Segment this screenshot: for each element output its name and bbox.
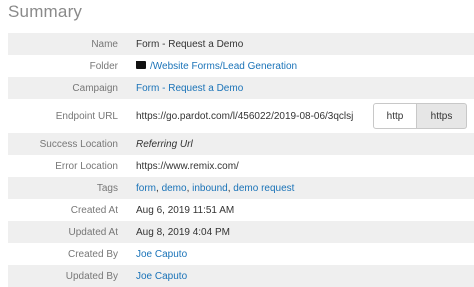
- folder-label: Folder: [89, 60, 118, 72]
- endpoint-url-label: Endpoint URL: [55, 110, 118, 122]
- summary-table: Name Form - Request a Demo Folder /Websi…: [8, 33, 474, 287]
- error-location-label: Error Location: [55, 160, 118, 172]
- endpoint-url-value: https://go.pardot.com/l/456022/2019-08-0…: [136, 110, 354, 122]
- row-campaign: Campaign Form - Request a Demo: [8, 77, 474, 99]
- tag-link[interactable]: demo request: [233, 183, 294, 194]
- error-location-value: https://www.remix.com/: [136, 160, 239, 172]
- created-at-value: Aug 6, 2019 11:51 AM: [136, 204, 235, 216]
- created-by-label: Created By: [67, 248, 118, 260]
- http-button[interactable]: http: [373, 103, 417, 129]
- created-at-label: Created At: [70, 204, 118, 216]
- updated-at-value: Aug 8, 2019 4:04 PM: [136, 226, 230, 238]
- row-updated-by: Updated By Joe Caputo: [8, 265, 474, 287]
- updated-by-label: Updated By: [65, 270, 118, 282]
- tag-link[interactable]: demo: [162, 183, 187, 194]
- summary-panel: Summary Name Form - Request a Demo Folde…: [0, 0, 474, 287]
- row-folder: Folder /Website Forms/Lead Generation: [8, 55, 474, 77]
- folder-link[interactable]: /Website Forms/Lead Generation: [150, 61, 297, 72]
- folder-value: /Website Forms/Lead Generation: [126, 60, 474, 72]
- protocol-toggle: http https: [373, 103, 467, 129]
- campaign-value: Form - Request a Demo: [126, 83, 474, 94]
- success-location-label: Success Location: [39, 138, 118, 150]
- section-title: Summary: [8, 2, 83, 21]
- updated-by-value: Joe Caputo: [126, 271, 474, 282]
- https-button[interactable]: https: [417, 103, 467, 129]
- tag-link[interactable]: inbound: [192, 183, 228, 194]
- success-location-value: Referring Url: [136, 138, 193, 150]
- row-error-location: Error Location https://www.remix.com/: [8, 155, 474, 177]
- created-by-link[interactable]: Joe Caputo: [136, 249, 187, 260]
- campaign-label: Campaign: [72, 82, 118, 94]
- row-endpoint-url: Endpoint URL https://go.pardot.com/l/456…: [8, 99, 474, 133]
- row-created-by: Created By Joe Caputo: [8, 243, 474, 265]
- updated-by-link[interactable]: Joe Caputo: [136, 271, 187, 282]
- row-name: Name Form - Request a Demo: [8, 33, 474, 55]
- row-updated-at: Updated At Aug 8, 2019 4:04 PM: [8, 221, 474, 243]
- name-label: Name: [91, 38, 118, 50]
- tags-label: Tags: [96, 182, 118, 194]
- tag-link[interactable]: form: [136, 183, 156, 194]
- row-created-at: Created At Aug 6, 2019 11:51 AM: [8, 199, 474, 221]
- campaign-link[interactable]: Form - Request a Demo: [136, 83, 243, 94]
- tags-value: form, demo, inbound, demo request: [136, 182, 295, 194]
- row-tags: Tags form, demo, inbound, demo request: [8, 177, 474, 199]
- folder-icon: [136, 60, 146, 69]
- created-by-value: Joe Caputo: [126, 249, 474, 260]
- name-value: Form - Request a Demo: [136, 38, 244, 50]
- updated-at-label: Updated At: [68, 226, 118, 238]
- row-success-location: Success Location Referring Url: [8, 133, 474, 155]
